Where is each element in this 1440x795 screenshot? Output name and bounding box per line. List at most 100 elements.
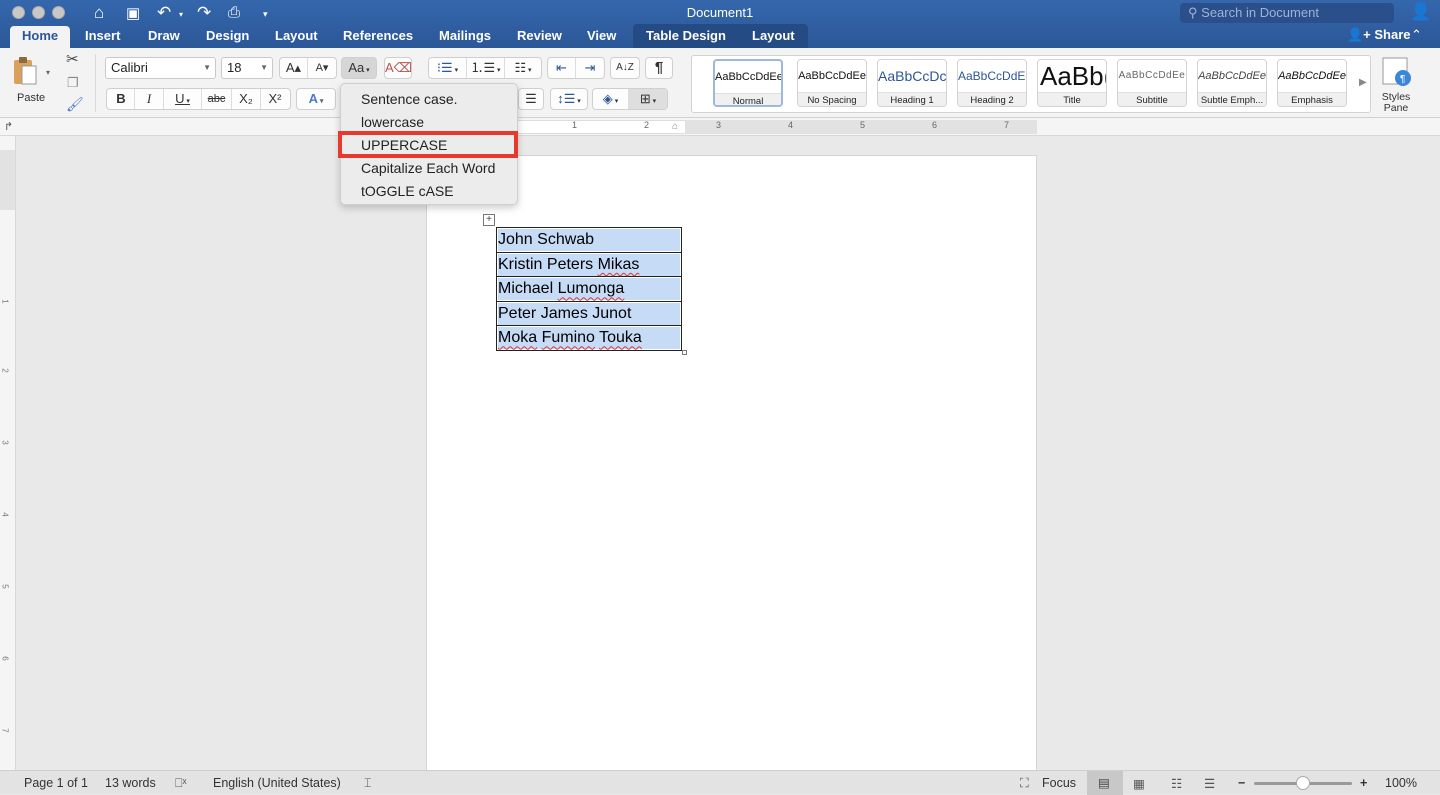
paste-button[interactable] [12, 56, 42, 86]
format-painter-icon[interactable]: 🖌 [66, 96, 84, 113]
borders-icon: ⊞ [639, 91, 651, 106]
bold-button[interactable]: B [108, 89, 135, 109]
font-size-field[interactable]: 18 ▼ [221, 57, 273, 79]
right-indent-marker[interactable]: ⌂ [672, 121, 678, 132]
multilevel-list-button[interactable]: ☷ ▾ [505, 58, 541, 78]
search-input[interactable]: ⚲ Search in Document [1180, 3, 1394, 23]
table-row: Kristin Peters Mikas [496, 251, 682, 277]
collapse-ribbon-icon[interactable]: ⌃ [1411, 27, 1422, 43]
subscript-button[interactable]: X₂ [232, 89, 261, 109]
style-heading-2[interactable]: AaBbCcDdEe Heading 2 [957, 59, 1027, 107]
grow-font-button[interactable]: A▴ [280, 58, 308, 78]
style-heading-1[interactable]: AaBbCcDc Heading 1 [877, 59, 947, 107]
focus-icon[interactable]: ⛶ [1020, 776, 1029, 791]
menu-item-lowercase[interactable]: lowercase [361, 114, 424, 130]
font-style-buttons: BIU ▾ abc X₂ X² [106, 88, 291, 110]
font-name-field[interactable]: Calibri ▼ [105, 57, 216, 79]
table-row: Peter James Junot [496, 300, 682, 326]
ruler-number: 1 [572, 120, 578, 130]
paste-dropdown-icon[interactable]: ▾ [46, 68, 50, 77]
sort-button[interactable]: A↓Z [610, 57, 640, 79]
share-button[interactable]: 👤+ Share [1335, 25, 1423, 47]
underline-button[interactable]: U ▾ [164, 89, 202, 109]
shading-button[interactable]: ◈ ▾ [593, 89, 629, 109]
cut-icon[interactable]: ✂ [66, 50, 79, 68]
list-buttons: ⁝☰ ▾ ⒈☰ ▾ ☷ ▾ [428, 57, 542, 79]
style-no-spacing[interactable]: AaBbCcDdEe No Spacing [797, 59, 867, 107]
tab-table-design[interactable]: Table Design [634, 26, 738, 48]
draft-view-icon[interactable]: ☰ [1204, 776, 1215, 791]
superscript-button[interactable]: X² [261, 89, 289, 109]
styles-pane-button[interactable]: ¶ Styles Pane [1378, 56, 1414, 116]
styles-next-arrow-icon[interactable]: ▶ [1359, 77, 1367, 88]
status-bar: Page 1 of 1 13 words ⎕ˣ English (United … [0, 770, 1440, 795]
page-count[interactable]: Page 1 of 1 [24, 776, 88, 790]
change-case-icon: Aa [348, 60, 365, 75]
tab-design[interactable]: Design [194, 26, 261, 48]
text-effects-icon: A [308, 91, 318, 106]
menu-item-toggle-case[interactable]: tOGGLE cASE [361, 183, 454, 199]
justify-button[interactable]: ☰ [518, 88, 544, 110]
table-row: John Schwab [496, 227, 682, 253]
tab-home[interactable]: Home [10, 26, 71, 48]
names-table[interactable]: John Schwab Kristin Peters Mikas Michael… [496, 227, 682, 351]
clear-formatting-button[interactable]: A⌫ [384, 57, 412, 79]
ruler-number: 4 [788, 120, 794, 130]
change-case-button[interactable]: Aa ▾ [341, 57, 377, 79]
show-formatting-marks-button[interactable]: ¶ [645, 57, 673, 79]
tab-insert[interactable]: Insert [73, 26, 132, 48]
language[interactable]: English (United States) [213, 776, 341, 790]
chevron-down-icon: ▼ [203, 63, 211, 72]
copy-icon[interactable]: ❐ [67, 75, 79, 91]
table-row: Michael Lumonga [496, 276, 682, 302]
tab-references[interactable]: References [331, 26, 425, 48]
bullets-icon: ⁝☰ [436, 60, 453, 75]
zoom-level[interactable]: 100% [1385, 776, 1417, 790]
tab-review[interactable]: Review [505, 26, 574, 48]
print-layout-view-button[interactable]: ▤ [1087, 771, 1123, 795]
menu-item-capitalize-each-word[interactable]: Capitalize Each Word [361, 160, 495, 176]
decrease-indent-button[interactable]: ⇤ [548, 58, 576, 78]
line-spacing-icon: ↕☰ [557, 91, 576, 106]
print-layout-icon: ▤ [1098, 776, 1110, 790]
text-effects-button[interactable]: A ▾ [296, 88, 336, 110]
proofing-icon[interactable]: ⎕ˣ [175, 776, 187, 791]
tab-table-layout[interactable]: Layout [740, 26, 807, 48]
numbering-button[interactable]: ⒈☰ ▾ [467, 58, 505, 78]
tab-view[interactable]: View [575, 26, 628, 48]
menu-item-sentence-case[interactable]: Sentence case. [361, 91, 458, 107]
search-placeholder: Search in Document [1201, 5, 1319, 20]
table-resize-handle[interactable] [682, 350, 687, 355]
increase-indent-button[interactable]: ⇥ [576, 58, 604, 78]
table-cell: John Schwab [498, 229, 680, 252]
italic-button[interactable]: I [135, 89, 164, 109]
tab-layout[interactable]: Layout [263, 26, 330, 48]
style-normal[interactable]: AaBbCcDdEe Normal [713, 59, 783, 107]
zoom-out-button[interactable]: − [1238, 776, 1245, 790]
vertical-ruler[interactable]: 1 2 3 4 5 6 7 [0, 136, 16, 770]
track-changes-icon[interactable]: ⌶ [364, 776, 372, 791]
shrink-font-button[interactable]: A▾ [308, 58, 336, 78]
borders-button[interactable]: ⊞ ▾ [629, 89, 667, 109]
tab-selector-icon[interactable]: ↱ [4, 120, 13, 133]
tab-draw[interactable]: Draw [136, 26, 192, 48]
numbering-icon: ⒈☰ [470, 60, 496, 75]
line-spacing-button[interactable]: ↕☰ ▾ [550, 88, 588, 110]
zoom-in-button[interactable]: + [1360, 776, 1367, 790]
focus-button[interactable]: Focus [1042, 776, 1076, 790]
ruler-number: 2 [644, 120, 650, 130]
style-subtle-emphasis[interactable]: AaBbCcDdEe Subtle Emph... [1197, 59, 1267, 107]
table-move-handle[interactable]: + [483, 214, 495, 226]
zoom-slider-knob[interactable] [1296, 776, 1310, 790]
web-layout-icon[interactable]: ▦ [1133, 776, 1145, 791]
strikethrough-button[interactable]: abc [202, 89, 232, 109]
account-icon[interactable]: 👤 [1410, 2, 1431, 22]
styles-gallery [691, 55, 1371, 113]
bullets-button[interactable]: ⁝☰ ▾ [429, 58, 467, 78]
word-count[interactable]: 13 words [105, 776, 156, 790]
outline-view-icon[interactable]: ☷ [1171, 776, 1182, 791]
style-subtitle[interactable]: AaBbCcDdEe Subtitle [1117, 59, 1187, 107]
tab-mailings[interactable]: Mailings [427, 26, 503, 48]
style-title[interactable]: AaBb( Title [1037, 59, 1107, 107]
style-emphasis[interactable]: AaBbCcDdEe Emphasis [1277, 59, 1347, 107]
